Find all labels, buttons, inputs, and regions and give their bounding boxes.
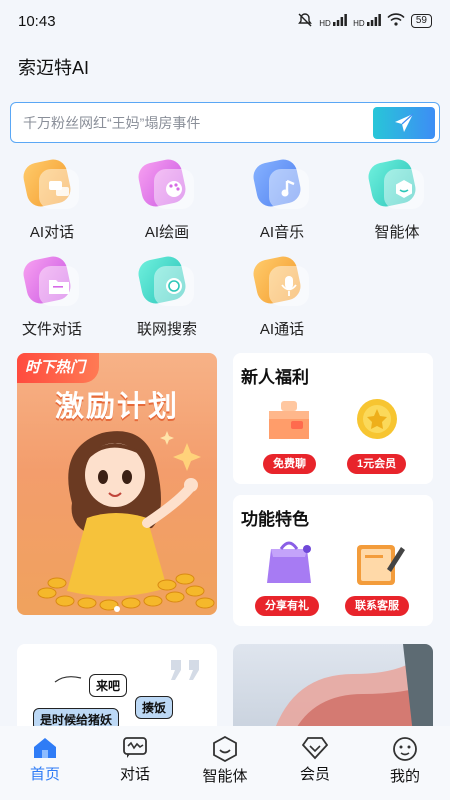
feature-web-search[interactable]: 联网搜索 [117,253,217,339]
battery-icon: 59 [410,14,432,28]
signal-2-label: HD [353,19,365,28]
features-card-title: 功能特色 [241,510,309,529]
music-note-icon [250,156,311,215]
newcomer-title: 新人福利 [241,368,309,387]
features-card: 功能特色 分享有礼 联系客服 [233,495,433,626]
nav-membership[interactable]: 会员 [270,726,360,800]
architecture-card[interactable] [233,644,433,734]
share-bag-icon [267,541,311,583]
feature-file-chat[interactable]: 文件对话 [2,253,102,339]
comic-bubble-2: 揍饭 [135,696,174,719]
hexagon-agent-icon [365,156,426,215]
comic-bubble-1: 来吧 [89,674,128,697]
nav-chat[interactable]: 对话 [90,726,180,800]
nav-label: 会员 [299,766,330,783]
free-chat-button[interactable]: 免费聊 [263,454,316,474]
send-button[interactable] [373,106,435,139]
feature-agent[interactable]: 智能体 [347,156,447,242]
status-bar: 10:43 HD HD 59 [0,0,450,42]
paper-plane-icon [395,113,414,132]
feature-label: AI音乐 [259,224,305,241]
feature-ai-painting[interactable]: AI绘画 [117,156,217,242]
one-yuan-vip-button[interactable]: 1元会员 [347,454,407,474]
feature-label: AI对话 [29,224,75,241]
feature-label: 联网搜索 [136,321,197,338]
cell-signal-2-icon: HD [353,14,381,28]
nav-label: 我的 [389,768,420,785]
gift-wallet-icon [269,401,309,439]
chat-wave-icon [123,737,147,758]
notebook-pen-icon [357,545,405,585]
cell-signal-icon: HD [319,14,347,28]
contact-support-button[interactable]: 联系客服 [345,596,409,616]
feature-label: AI通话 [259,321,305,338]
sketch-line-icon [54,676,82,683]
folder-icon [20,253,81,312]
profile-face-icon [393,737,417,761]
cartoon-girl-illustration [37,431,215,612]
status-icons: HD HD 59 [297,12,432,31]
search-bar [10,102,440,143]
feature-label: 文件对话 [21,321,82,338]
newcomer-benefits-card: 新人福利 免费聊 1元会员 [233,353,433,484]
nav-label: 首页 [29,766,60,783]
mute-bell-icon [297,12,313,31]
app-title: 索迈特AI [18,58,90,78]
bottom-nav: 首页 对话 智能体 会员 我的 [0,726,450,800]
search-input[interactable] [11,103,373,142]
status-time: 10:43 [18,12,56,30]
smile-hexagon-icon [213,736,237,762]
building-illustration [273,644,433,734]
quote-mark-icon [171,660,199,680]
home-icon [34,738,56,758]
incentive-banner[interactable]: 时下热门 激励计划 [17,353,217,615]
share-reward-button[interactable]: 分享有礼 [255,596,319,616]
feature-ai-music[interactable]: AI音乐 [232,156,332,242]
nav-agent[interactable]: 智能体 [180,726,270,800]
nav-label: 智能体 [202,768,248,785]
palette-icon [135,156,196,215]
chat-bubble-icon [20,156,81,215]
wifi-icon [387,13,405,29]
feature-label: 智能体 [374,224,420,241]
nav-label: 对话 [119,766,150,783]
comic-card[interactable]: 来吧 揍饭 是时候给猪妖 [17,644,217,734]
gold-coin-icon [357,399,397,439]
signal-1-label: HD [319,19,331,28]
diamond-icon [302,737,328,760]
microphone-icon [250,253,311,312]
nav-home[interactable]: 首页 [0,726,90,800]
nav-profile[interactable]: 我的 [360,726,450,800]
feature-ai-call[interactable]: AI通话 [232,253,332,339]
feature-ai-chat[interactable]: AI对话 [2,156,102,242]
globe-search-icon [135,253,196,312]
feature-label: AI绘画 [144,224,190,241]
